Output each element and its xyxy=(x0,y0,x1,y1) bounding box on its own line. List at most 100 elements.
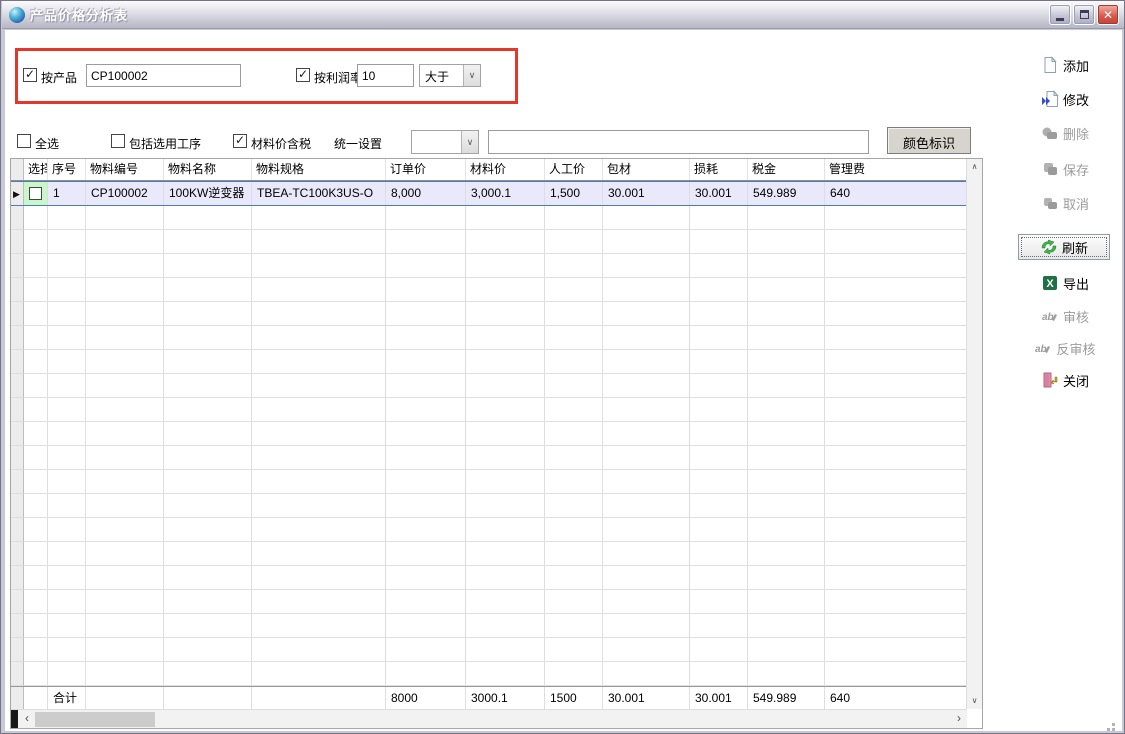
column-header-select[interactable]: 选择 xyxy=(24,159,48,180)
minimize-button[interactable] xyxy=(1049,4,1071,25)
empty-grid-cell xyxy=(252,470,386,494)
empty-grid-cell xyxy=(24,206,48,230)
cell-mgmt-fee: 640 xyxy=(825,182,967,205)
uniform-setting-select-value xyxy=(412,131,461,153)
empty-grid-cell xyxy=(603,542,690,566)
scroll-up-icon[interactable]: ∧ xyxy=(967,159,982,175)
column-header-material-price[interactable]: 材料价 xyxy=(466,159,545,180)
close-form-button[interactable]: 关闭 xyxy=(1013,367,1117,393)
delete-icon xyxy=(1041,124,1059,142)
empty-grid-cell xyxy=(24,398,48,422)
column-header-packing[interactable]: 包材 xyxy=(603,159,690,180)
empty-grid-cell xyxy=(603,206,690,230)
maximize-button[interactable] xyxy=(1073,4,1095,25)
column-header-material-name[interactable]: 物料名称 xyxy=(164,159,252,180)
product-code-input[interactable] xyxy=(86,64,241,87)
maximize-icon xyxy=(1080,10,1089,19)
empty-grid-cell xyxy=(825,614,967,638)
empty-grid-cell xyxy=(11,638,24,662)
save-button[interactable]: 保存 xyxy=(1013,156,1117,182)
audit-button[interactable]: ab 审核 xyxy=(1013,303,1117,329)
empty-grid-cell xyxy=(386,614,466,638)
horizontal-scrollbar[interactable]: ‹ › xyxy=(11,709,967,729)
empty-grid-cell xyxy=(48,590,86,614)
empty-grid-cell xyxy=(386,326,466,350)
uniform-setting-input[interactable] xyxy=(488,130,869,154)
empty-grid-cell xyxy=(11,326,24,350)
empty-grid-cell xyxy=(164,302,252,326)
column-header-mgmt-fee[interactable]: 管理费 xyxy=(825,159,967,180)
empty-grid-cell xyxy=(386,638,466,662)
resize-grip[interactable] xyxy=(1112,723,1115,726)
empty-grid-cell xyxy=(48,374,86,398)
empty-grid-cell xyxy=(825,422,967,446)
column-header-order-price[interactable]: 订单价 xyxy=(386,159,466,180)
empty-grid-cell xyxy=(603,470,690,494)
empty-grid-cell xyxy=(545,374,603,398)
empty-grid-cell xyxy=(252,398,386,422)
empty-grid-cell xyxy=(545,302,603,326)
empty-grid-cell xyxy=(11,422,24,446)
scroll-right-icon[interactable]: › xyxy=(951,710,967,729)
export-button[interactable]: X 导出 xyxy=(1013,270,1117,296)
vertical-scrollbar[interactable]: ∧ ∨ xyxy=(966,159,982,709)
total-order-price: 8000 xyxy=(386,687,466,710)
empty-grid-cell xyxy=(48,350,86,374)
material-tax-checkbox[interactable] xyxy=(233,134,247,148)
delete-button[interactable]: 删除 xyxy=(1013,120,1117,146)
empty-grid-cell xyxy=(545,566,603,590)
empty-grid-cell xyxy=(11,254,24,278)
refresh-button[interactable]: 刷新 xyxy=(1018,234,1110,260)
cancel-button[interactable]: 取消 xyxy=(1013,190,1117,216)
row-select-checkbox[interactable] xyxy=(29,187,42,200)
column-header-labor-price[interactable]: 人工价 xyxy=(545,159,603,180)
column-header-tax[interactable]: 税金 xyxy=(748,159,825,180)
cell-packing: 30.001 xyxy=(603,182,690,205)
empty-grid-cell xyxy=(690,350,748,374)
empty-grid-cell xyxy=(603,566,690,590)
by-product-checkbox[interactable] xyxy=(23,68,37,82)
empty-grid-cell xyxy=(164,326,252,350)
empty-grid-row xyxy=(11,326,967,350)
empty-grid-cell xyxy=(24,374,48,398)
empty-grid-cell xyxy=(24,278,48,302)
color-mark-button[interactable]: 颜色标识 xyxy=(887,127,971,154)
empty-grid-cell xyxy=(11,566,24,590)
empty-grid-cell xyxy=(252,494,386,518)
empty-grid-cell xyxy=(603,374,690,398)
scroll-down-icon[interactable]: ∨ xyxy=(967,693,982,709)
add-button[interactable]: 添加 xyxy=(1013,52,1117,78)
total-labor-price: 1500 xyxy=(545,687,603,710)
close-window-icon xyxy=(1041,371,1059,389)
modify-button[interactable]: 修改 xyxy=(1013,86,1117,112)
column-header-seq[interactable]: 序号 xyxy=(48,159,86,180)
empty-grid-cell xyxy=(386,494,466,518)
column-header-loss[interactable]: 损耗 xyxy=(690,159,748,180)
empty-grid-cell xyxy=(164,614,252,638)
empty-grid-cell xyxy=(690,326,748,350)
uniform-setting-select[interactable]: ∨ xyxy=(411,130,479,154)
close-button[interactable]: ✕ xyxy=(1097,4,1119,25)
horizontal-scroll-thumb[interactable] xyxy=(35,712,155,727)
profit-rate-input[interactable] xyxy=(357,64,414,87)
column-header-material-code[interactable]: 物料编号 xyxy=(86,159,164,180)
scrollbar-corner-block xyxy=(11,710,18,729)
by-profit-rate-checkbox[interactable] xyxy=(296,68,310,82)
include-process-checkbox[interactable] xyxy=(111,134,125,148)
unaudit-button[interactable]: ab 反审核 xyxy=(1013,335,1117,361)
empty-grid-cell xyxy=(252,590,386,614)
empty-grid-row xyxy=(11,470,967,494)
empty-grid-row xyxy=(11,398,967,422)
empty-grid-cell xyxy=(164,518,252,542)
empty-grid-cell xyxy=(545,470,603,494)
select-all-checkbox[interactable] xyxy=(17,134,31,148)
profit-operator-select[interactable]: 大于 ∨ xyxy=(419,64,481,87)
column-header-spec[interactable]: 物料规格 xyxy=(252,159,386,180)
table-row[interactable]: ▶ 1 CP100002 100KW逆变器 TBEA-TC100K3US-O 8… xyxy=(11,181,967,206)
empty-grid-cell xyxy=(466,470,545,494)
empty-grid-cell xyxy=(24,590,48,614)
empty-grid-cell xyxy=(11,662,24,686)
scroll-left-icon[interactable]: ‹ xyxy=(19,710,35,729)
total-label: 合计 xyxy=(48,687,86,710)
empty-grid-cell xyxy=(466,302,545,326)
